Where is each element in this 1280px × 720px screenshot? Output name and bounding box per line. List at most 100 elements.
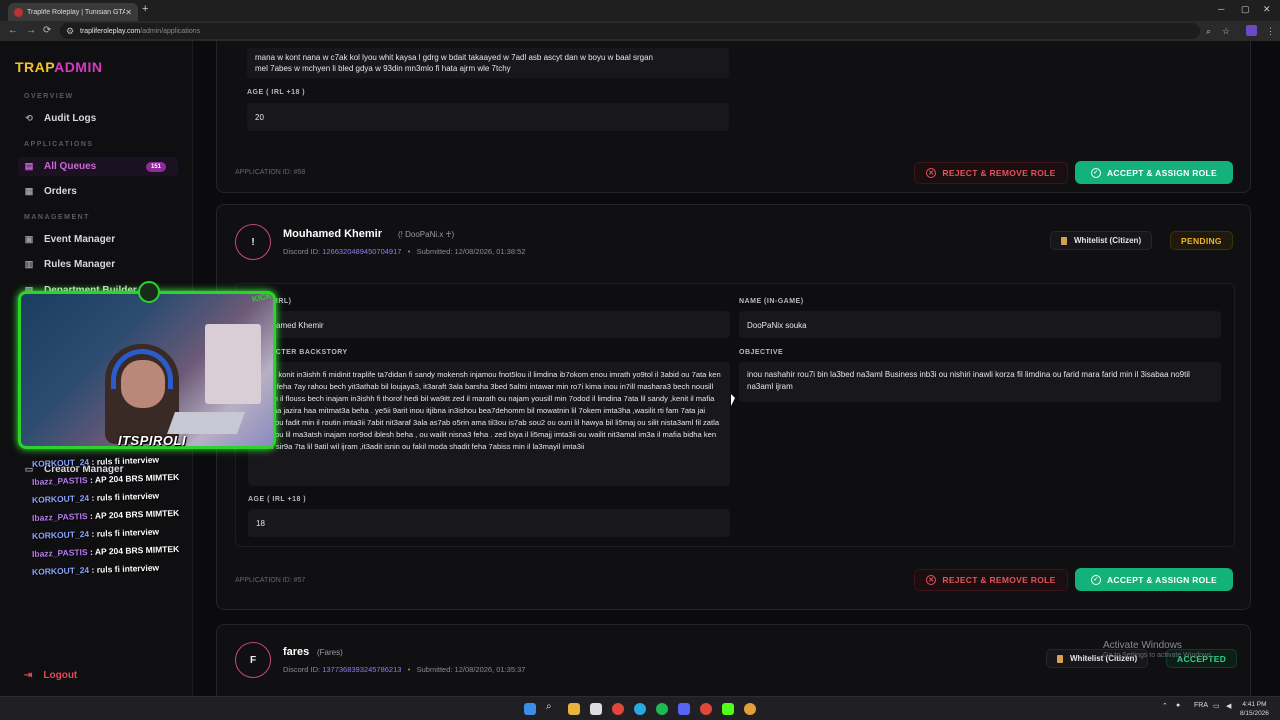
applicant-meta: Discord ID: 1377368393245786213 • Submit… (283, 665, 525, 674)
browser-tab[interactable]: Traplife Roleplay | Tunisian GTA ✕ (8, 3, 138, 21)
sidebar-item-label: Orders (44, 186, 77, 197)
age-field: 20 (247, 103, 729, 131)
chrome-active-icon[interactable] (744, 703, 756, 715)
extension-icon[interactable] (1246, 25, 1257, 36)
sidebar-item-label: All Queues (44, 161, 97, 172)
chat-message: : AP 204 BRS MIMTEK (89, 543, 180, 557)
name-irl-field: Mouhamed Khemir (248, 311, 730, 338)
site-info-icon[interactable]: ⚙ (66, 26, 74, 37)
volume-icon[interactable]: ◀ (1226, 702, 1231, 710)
reject-remove-role-button[interactable]: ✕ REJECT & REMOVE ROLE (914, 569, 1068, 591)
application-card-56: F fares (Fares) Discord ID: 137736839324… (216, 624, 1251, 696)
tray-chevron-icon[interactable]: ⌃ (1162, 702, 1168, 710)
accept-assign-role-button[interactable]: ✓ ACCEPT & ASSIGN ROLE (1075, 568, 1233, 591)
sidebar-item-event-manager[interactable]: ▣ Event Manager (24, 234, 115, 245)
close-window-icon[interactable]: ✕ (1263, 4, 1271, 15)
chat-user: KORKOUT_24 (31, 456, 90, 469)
objective-field: inou nashahir rou7i bin la3bed na3aml Bu… (739, 362, 1221, 402)
applicant-alias: (! DooPaNi.x ♰) (398, 230, 455, 239)
main-content: mana w kont nana w c7ak kol lyou whit ka… (194, 41, 1280, 696)
chrome-alt-icon[interactable] (700, 703, 712, 715)
chrome-icon[interactable] (612, 703, 624, 715)
system-clock[interactable]: 4:41 PM 8/15/2026 (1240, 700, 1269, 718)
application-id: APPLICATION ID: #58 (235, 169, 306, 176)
application-id: APPLICATION ID: #57 (235, 577, 306, 584)
chat-message: : ruls fi interview (91, 454, 160, 467)
activate-windows-watermark: Activate Windows (1103, 640, 1182, 651)
accept-assign-role-button[interactable]: ✓ ACCEPT & ASSIGN ROLE (1075, 161, 1233, 184)
maximize-icon[interactable]: ▢ (1241, 4, 1250, 15)
back-icon[interactable]: ← (8, 25, 18, 36)
file-explorer-icon[interactable] (568, 703, 580, 715)
clock-time: 4:41 PM (1242, 701, 1267, 708)
kick-app-icon[interactable] (722, 703, 734, 715)
skull-logo-icon (138, 281, 160, 303)
history-icon: ⟲ (25, 113, 33, 123)
queue-icon: ▤ (24, 161, 34, 171)
sidebar-item-all-queues[interactable]: ▤ All Queues 151 (18, 157, 178, 176)
sidebar-item-orders[interactable]: ▦ Orders (24, 186, 77, 197)
webcam-overlay (18, 291, 276, 449)
whitelist-tag: Whitelist (Citizen) (1050, 231, 1153, 250)
zoom-icon[interactable]: ⌕ (1206, 26, 1211, 37)
url-host: trapliferoleplay.com (80, 27, 141, 35)
spotify-icon[interactable] (656, 703, 668, 715)
reload-icon[interactable]: ⟳ (43, 25, 51, 36)
applicant-alias: (Fares) (317, 648, 343, 657)
application-card-58: mana w kont nana w c7ak kol lyou whit ka… (216, 41, 1251, 193)
backstory-field: mana w kont nana w c7ak kol lyou whit ka… (247, 48, 729, 78)
sidebar-item-rules-manager[interactable]: ▥ Rules Manager (24, 259, 115, 270)
discord-icon[interactable] (678, 703, 690, 715)
new-tab-icon[interactable]: + (142, 3, 148, 15)
discord-id[interactable]: 1377368393245786213 (322, 665, 401, 674)
accept-check-icon: ✓ (1090, 167, 1101, 178)
language-indicator[interactable]: FRA (1194, 702, 1208, 709)
meta-separator: • (403, 665, 415, 674)
meta-separator: • (403, 247, 415, 256)
reject-remove-role-button[interactable]: ✕ REJECT & REMOVE ROLE (914, 162, 1068, 184)
tab-title: Traplife Roleplay | Tunisian GTA (27, 8, 126, 16)
keyboard (166, 412, 246, 434)
sidebar-item-audit-logs[interactable]: ⟲ Audit Logs (24, 113, 96, 124)
bookmark-star-icon[interactable]: ☆ (1222, 26, 1230, 37)
browser-icon[interactable] (634, 703, 646, 715)
age-label: AGE ( IRL +18 ) (248, 496, 307, 503)
app-logo[interactable]: TRAPADMIN (15, 59, 102, 75)
name-ingame-label: NAME (IN-GAME) (739, 298, 804, 305)
streamer-name: ITSPIROLI (118, 433, 187, 448)
close-tab-icon[interactable]: ✕ (125, 8, 132, 17)
network-icon[interactable]: ▭ (1213, 702, 1220, 710)
age-field: 18 (248, 509, 730, 537)
chat-user: Ibazz_PASTIS (31, 511, 88, 523)
section-overview: OVERVIEW (24, 93, 74, 100)
logo-part-admin: ADMIN (54, 59, 103, 75)
discord-label: Discord ID: (283, 247, 321, 256)
minimize-icon[interactable]: ─ (1218, 4, 1224, 14)
tag-label: Whitelist (Citizen) (1074, 236, 1142, 245)
discord-id[interactable]: 1266320489450704917 (322, 247, 401, 256)
application-card-57: ! Mouhamed Khemir (! DooPaNi.x ♰) Discor… (216, 204, 1251, 610)
mic-icon[interactable]: ● (1176, 702, 1180, 709)
chat-message: : ruls fi interview (91, 490, 160, 503)
search-icon[interactable]: ⌕ (546, 701, 558, 713)
section-management: MANAGEMENT (24, 214, 90, 221)
url-field[interactable]: trapliferoleplay.com/admin/applications (60, 23, 1200, 39)
chat-message: : AP 204 BRS MIMTEK (89, 507, 180, 521)
discord-label: Discord ID: (283, 665, 321, 674)
submitted-date: Submitted: 12/08/2026, 01:35:37 (416, 665, 526, 674)
app-icon[interactable] (590, 703, 602, 715)
chat-message: : AP 204 BRS MIMTEK (89, 471, 180, 485)
sidebar-item-label: Rules Manager (44, 259, 116, 270)
applicant-meta: Discord ID: 1266320489450704917 • Submit… (283, 247, 525, 256)
mouse-cursor-icon (731, 394, 735, 406)
start-icon[interactable] (524, 703, 536, 715)
stream-chat: KORKOUT_24 : ruls fi interview Ibazz_PAS… (32, 452, 202, 578)
taskbar: ⌕ ⌃ ● FRA ▭ ◀ 4:41 PM 8/15/2026 (0, 696, 1280, 720)
chat-message: : ruls fi interview (91, 562, 160, 575)
objective-label: OBJECTIVE (739, 349, 784, 356)
document-icon (1057, 654, 1063, 663)
logo-part-trap: TRAP (15, 59, 55, 75)
logout-button[interactable]: ⇥ Logout (24, 670, 77, 681)
forward-icon[interactable]: → (26, 25, 36, 36)
browser-menu-icon[interactable]: ⋮ (1266, 26, 1275, 37)
